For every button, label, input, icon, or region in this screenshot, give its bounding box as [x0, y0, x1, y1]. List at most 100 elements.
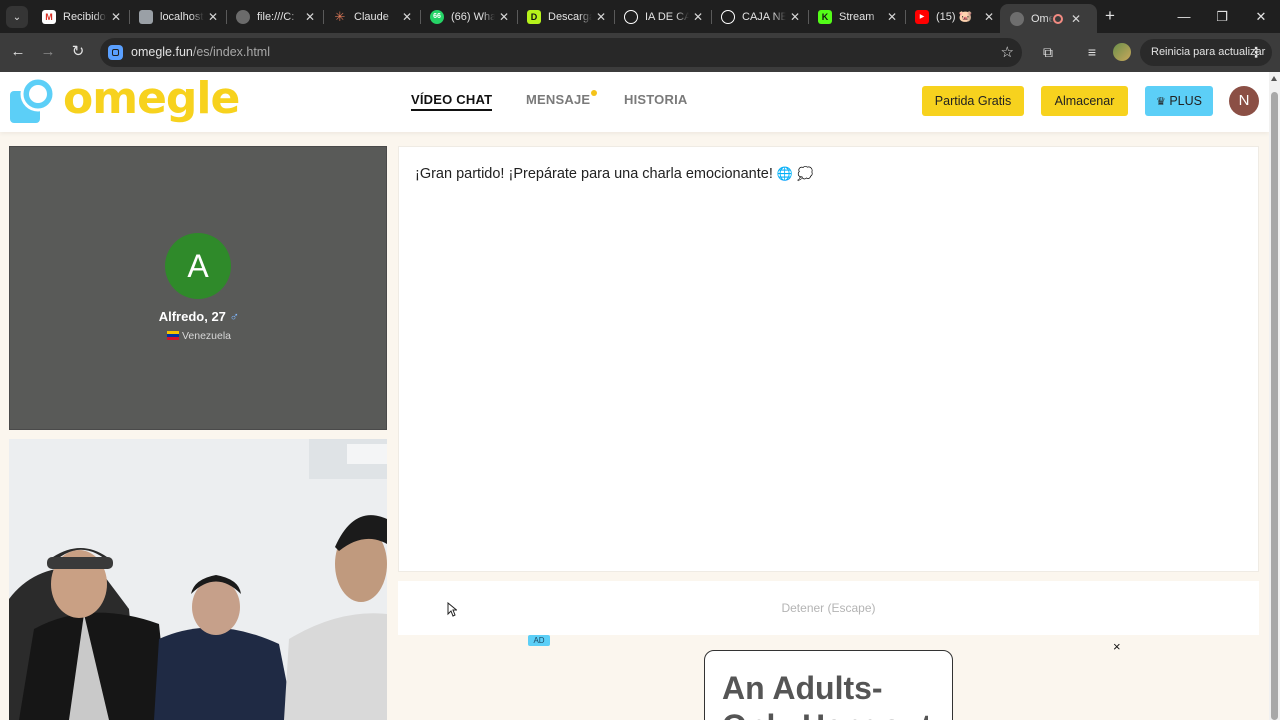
stranger-country-line: Venezuela: [10, 330, 388, 342]
user-avatar[interactable]: N: [1229, 86, 1259, 116]
close-tab-icon[interactable]: ✕: [592, 10, 610, 24]
stranger-avatar: A: [165, 233, 231, 299]
store-button[interactable]: Almacenar: [1041, 86, 1128, 116]
claude-icon: ✳: [334, 8, 346, 24]
browser-tab[interactable]: D Descargar ✕: [517, 0, 614, 33]
nav-message[interactable]: MENSAJE: [526, 92, 590, 107]
notification-dot: [591, 90, 597, 96]
browser-tab[interactable]: ✳ Claude ✕: [323, 0, 420, 33]
close-tab-icon[interactable]: ✕: [495, 10, 513, 24]
browser-tab-title: file:///C:: [257, 10, 295, 23]
close-tab-icon[interactable]: ✕: [398, 10, 416, 24]
browser-toolbar: ← → ↻ omegle.fun/es/index.html ☆ ⧉ ≡ Rei…: [0, 33, 1280, 72]
browser-tab-title: Stream: [839, 10, 875, 23]
plus-button[interactable]: ♛ PLUS: [1145, 86, 1213, 116]
close-tab-icon[interactable]: ✕: [204, 10, 222, 24]
browser-menu-icon[interactable]: ⋮: [1249, 39, 1263, 66]
browser-tab-strip: ⌄ M Recibidos ✕ localhost ✕ file:///C: ✕…: [0, 0, 1280, 33]
browser-tab[interactable]: file:///C: ✕: [226, 0, 323, 33]
reload-icon[interactable]: ↻: [67, 41, 89, 63]
url-host: omegle.fun: [131, 45, 193, 59]
browser-tab-title: (66) WhatsApp: [451, 10, 495, 23]
male-gender-icon: ♂: [229, 309, 240, 324]
omegle-logo-text[interactable]: omegle: [63, 73, 240, 124]
ad-close-icon[interactable]: ×: [1113, 639, 1121, 654]
mouse-cursor-icon: [447, 602, 457, 617]
globe-icon: [236, 9, 250, 24]
forward-arrow-icon[interactable]: →: [37, 41, 59, 63]
stranger-name-line: Alfredo, 27 ♂: [10, 309, 388, 324]
media-control-icon[interactable]: ≡: [1082, 42, 1102, 62]
ad-banner[interactable]: An Adults-Only Hangout: [704, 650, 953, 720]
address-bar[interactable]: omegle.fun/es/index.html ☆: [100, 38, 1022, 67]
nav-history[interactable]: HISTORIA: [624, 92, 687, 107]
omegle-logo-icon[interactable]: [8, 77, 58, 125]
bookmark-star-icon[interactable]: ☆: [1001, 43, 1014, 61]
free-match-button[interactable]: Partida Gratis: [922, 86, 1024, 116]
browser-tab[interactable]: M Recibidos ✕: [32, 0, 129, 33]
browser-tab[interactable]: CAJA NEGRA ✕: [711, 0, 808, 33]
browser-tab-title: Descargar: [548, 10, 592, 23]
system-message: ¡Gran partido! ¡Prepárate para una charl…: [415, 166, 813, 182]
site-info-icon[interactable]: [108, 45, 123, 60]
nav-video-chat[interactable]: VÍDEO CHAT: [411, 92, 493, 111]
browser-tab[interactable]: K Stream ✕: [808, 0, 905, 33]
stop-control-bar: Detener (Escape): [398, 581, 1259, 635]
ad-headline: An Adults-Only Hangout: [722, 670, 932, 720]
close-tab-icon[interactable]: ✕: [1067, 12, 1085, 26]
url-text[interactable]: omegle.fun/es/index.html: [131, 45, 270, 59]
stop-button[interactable]: Detener (Escape): [398, 601, 1259, 615]
remote-video-panel: A Alfredo, 27 ♂ Venezuela: [9, 146, 387, 430]
tab-search-chevron-icon[interactable]: ⌄: [6, 6, 28, 28]
extensions-icon[interactable]: ⧉: [1038, 42, 1058, 62]
plus-label: PLUS: [1169, 94, 1202, 108]
window-close-icon[interactable]: ✕: [1243, 0, 1279, 33]
browser-tab-title: Recibidos: [63, 10, 107, 23]
browser-tab[interactable]: IA DE CAJA ✕: [614, 0, 711, 33]
browser-tab-title: Omegle: [1031, 12, 1053, 25]
browser-tab-title: Claude: [354, 10, 389, 23]
whatsapp-icon: 66: [430, 9, 444, 24]
crown-icon: ♛: [1155, 96, 1166, 108]
thought-bubble-emoji-icon: 💭: [797, 166, 814, 181]
omegle-tab-icon: [1010, 11, 1024, 26]
browser-tab-title: CAJA NEGRA: [742, 10, 786, 23]
close-tab-icon[interactable]: ✕: [980, 10, 998, 24]
browser-tab[interactable]: ▶ (15) 🐷 ❗ ✕: [905, 0, 1002, 33]
close-tab-icon[interactable]: ✕: [689, 10, 707, 24]
page-viewport: omegle VÍDEO CHAT MENSAJE HISTORIA Parti…: [0, 72, 1280, 720]
globe-emoji-icon: 🌐: [776, 166, 794, 181]
update-button[interactable]: Reinicia para actualizar ⋮: [1140, 39, 1272, 66]
browser-tab[interactable]: localhost ✕: [129, 0, 226, 33]
gmail-icon: M: [42, 9, 56, 24]
venezuela-flag-icon: [166, 331, 179, 340]
close-tab-icon[interactable]: ✕: [786, 10, 804, 24]
ad-badge: AD: [528, 635, 550, 646]
system-message-text: ¡Gran partido! ¡Prepárate para una charl…: [415, 166, 773, 182]
restore-icon[interactable]: ❐: [1204, 0, 1240, 33]
scrollbar-thumb[interactable]: [1271, 92, 1278, 720]
browser-tab-title: IA DE CAJA: [645, 10, 689, 23]
profile-avatar-icon[interactable]: [1113, 43, 1131, 61]
recording-indicator-icon: [1053, 13, 1063, 24]
close-tab-icon[interactable]: ✕: [107, 10, 125, 24]
url-path: /es/index.html: [192, 45, 270, 59]
browser-tab-active[interactable]: Omegle ✕: [1000, 4, 1097, 33]
localhost-icon: [139, 9, 153, 24]
browser-tab[interactable]: 66 (66) WhatsApp ✕: [420, 0, 517, 33]
page-scrollbar[interactable]: [1269, 72, 1280, 720]
youtube-icon: ▶: [915, 9, 929, 24]
browser-tab-title: localhost: [160, 10, 204, 23]
webcam-image: [9, 439, 387, 720]
scroll-up-arrow-icon[interactable]: [1271, 76, 1277, 81]
site-header: omegle VÍDEO CHAT MENSAJE HISTORIA Parti…: [0, 72, 1269, 132]
close-tab-icon[interactable]: ✕: [301, 10, 319, 24]
close-tab-icon[interactable]: ✕: [883, 10, 901, 24]
openai-icon: [721, 9, 735, 24]
back-arrow-icon[interactable]: ←: [7, 41, 29, 63]
new-tab-icon[interactable]: +: [1100, 6, 1120, 26]
browser-tab-title: (15) 🐷 ❗: [936, 11, 980, 23]
stranger-country: Venezuela: [181, 330, 232, 342]
minimize-icon[interactable]: —: [1166, 0, 1202, 33]
kick-icon: K: [818, 9, 832, 24]
